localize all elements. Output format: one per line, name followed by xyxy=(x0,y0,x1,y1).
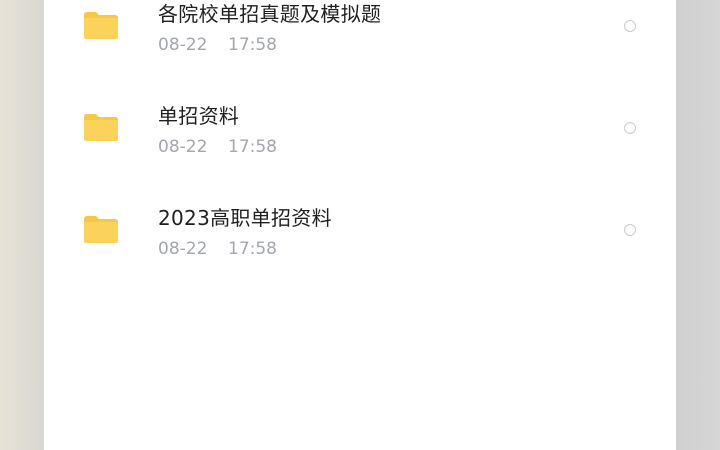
file-name: 单招资料 xyxy=(158,104,240,128)
folder-icon xyxy=(83,215,119,244)
folder-icon xyxy=(83,11,119,40)
file-row[interactable]: 2023高职单招资料 08-22 17:58 xyxy=(44,189,676,279)
file-name: 各院校单招真题及模拟题 xyxy=(158,2,382,26)
file-row[interactable]: 单招资料 08-22 17:58 xyxy=(44,87,676,177)
file-name: 2023高职单招资料 xyxy=(158,206,332,230)
select-radio[interactable] xyxy=(624,224,636,236)
folder-icon xyxy=(83,113,119,142)
select-radio[interactable] xyxy=(624,20,636,32)
file-time: 17:58 xyxy=(228,137,277,157)
file-list-panel: 各院校单招真题及模拟题 08-22 17:58 单招资料 08-22 17:58… xyxy=(44,0,676,450)
file-date: 08-22 xyxy=(158,239,208,259)
file-time: 17:58 xyxy=(228,239,277,259)
backdrop-right xyxy=(676,0,720,450)
file-time: 17:58 xyxy=(228,35,277,55)
file-date: 08-22 xyxy=(158,137,208,157)
select-radio[interactable] xyxy=(624,122,636,134)
file-date: 08-22 xyxy=(158,35,208,55)
backdrop-left xyxy=(0,0,44,450)
file-row[interactable]: 各院校单招真题及模拟题 08-22 17:58 xyxy=(44,0,676,75)
